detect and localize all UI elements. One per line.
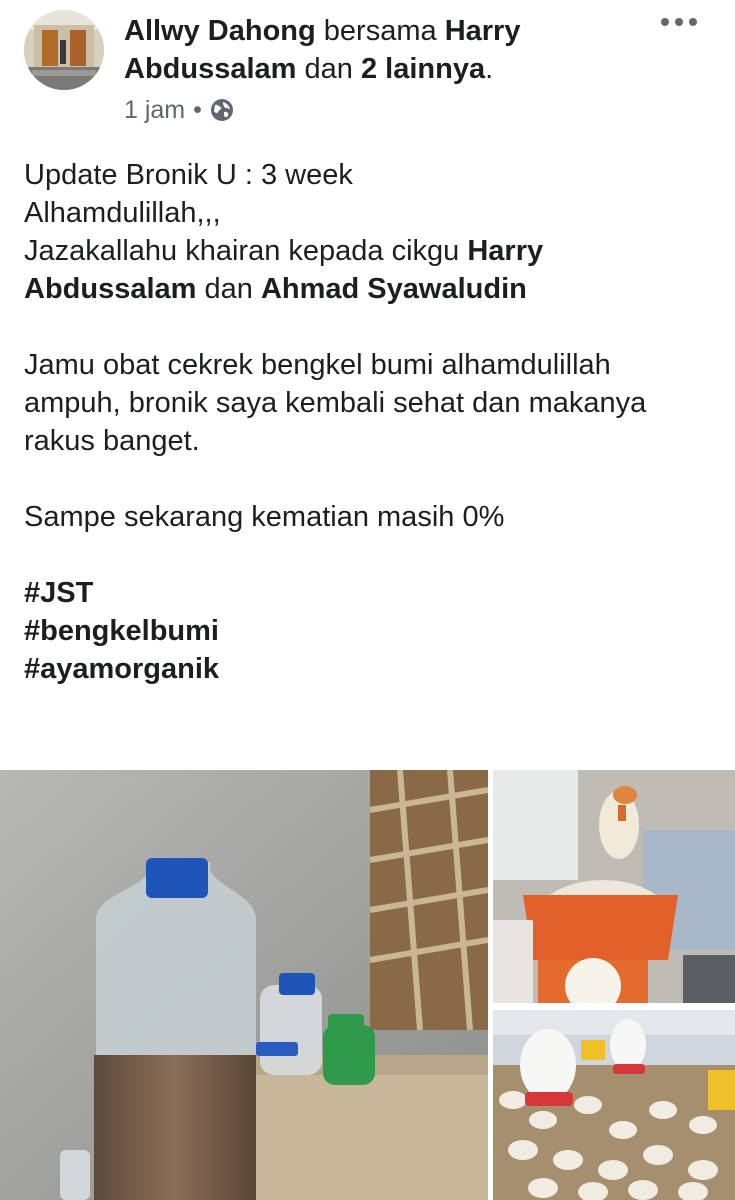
photo-grid <box>0 770 735 1200</box>
author-name[interactable]: Allwy Dahong <box>124 15 316 47</box>
and-text: dan <box>196 273 261 305</box>
post-body: Update Bronik U : 3 week Alhamdulillah,,… <box>24 156 714 688</box>
hashtag-jst[interactable]: #JST <box>24 574 714 612</box>
photo-bottles[interactable] <box>0 770 488 1200</box>
globe-icon <box>210 98 234 122</box>
menu-dot <box>689 18 697 26</box>
avatar[interactable] <box>24 10 104 90</box>
post-author-line: Allwy Dahong bersama Harry Abdussalam da… <box>124 12 644 88</box>
others-link[interactable]: 2 lainnya <box>361 53 485 85</box>
with-text: bersama <box>323 15 437 47</box>
post-meta: 1 jam • <box>124 92 234 128</box>
post-paragraph-2: Jamu obat cekrek bengkel bumi alhamdulil… <box>24 349 647 457</box>
post-header: Allwy Dahong bersama Harry Abdussalam da… <box>0 0 735 135</box>
post-line-3: Jazakallahu khairan kepada cikgu Harry A… <box>24 232 714 308</box>
menu-dot <box>675 18 683 26</box>
photo-chicken-scale[interactable] <box>493 770 735 1003</box>
hashtag-ayamorganik[interactable]: #ayamorganik <box>24 650 714 688</box>
post-paragraph-3: Sampe sekarang kematian masih 0% <box>24 501 505 533</box>
thanks-text: Jazakallahu khairan kepada cikgu <box>24 235 468 267</box>
menu-dot <box>661 18 669 26</box>
and-text: dan <box>304 53 353 85</box>
meta-separator: • <box>193 95 202 124</box>
post-line-2: Alhamdulillah,,, <box>24 197 221 229</box>
post-time[interactable]: 1 jam <box>124 96 185 125</box>
more-options-icon[interactable] <box>661 12 697 32</box>
period: . <box>485 53 494 85</box>
mention-ahmad[interactable]: Ahmad Syawaludin <box>261 273 527 305</box>
post-line-1: Update Bronik U : 3 week <box>24 159 353 191</box>
hashtag-bengkelbumi[interactable]: #bengkelbumi <box>24 612 714 650</box>
photo-chicken-farm[interactable] <box>493 1010 735 1200</box>
